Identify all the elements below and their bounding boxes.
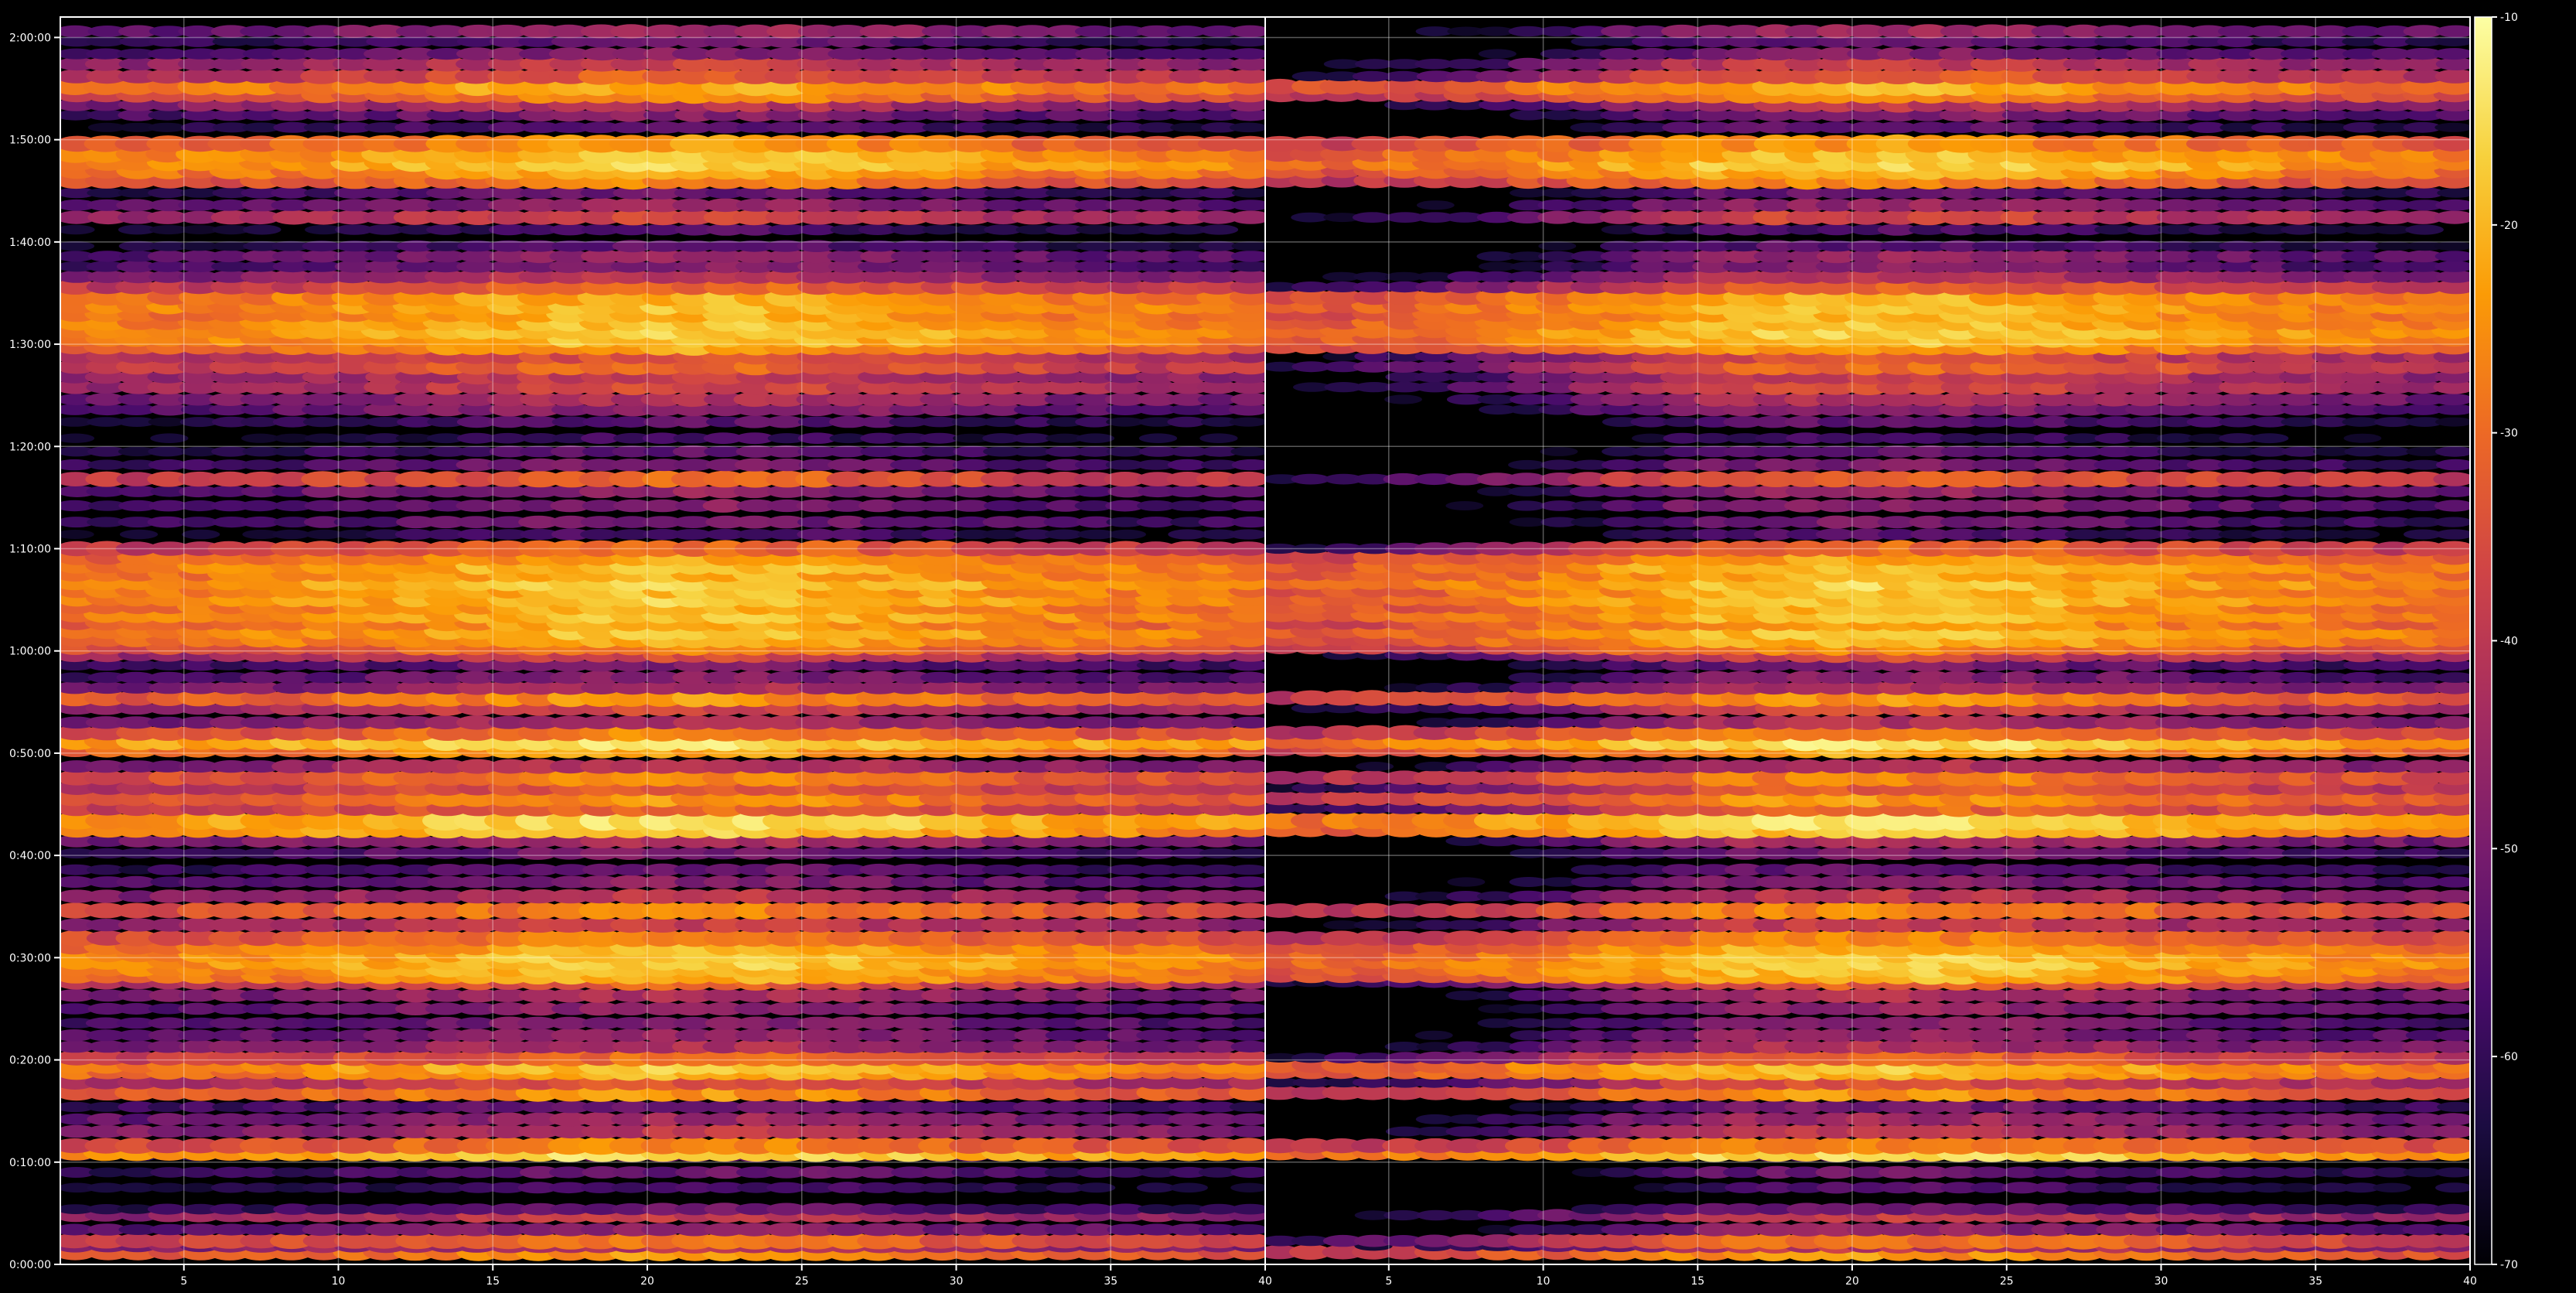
heat-cell bbox=[1229, 122, 1265, 133]
heat-cell bbox=[1167, 416, 1206, 428]
heat-cell bbox=[1076, 433, 1114, 443]
heat-cell bbox=[150, 433, 189, 443]
heat-cell bbox=[1106, 417, 1145, 427]
heat-cell bbox=[1106, 446, 1145, 457]
heat-cell bbox=[1230, 1003, 1265, 1015]
heat-cell bbox=[611, 1182, 650, 1193]
heat-cell bbox=[1227, 471, 1265, 487]
heat-cell bbox=[2434, 1113, 2470, 1126]
heat-cell bbox=[1199, 224, 1239, 235]
heat-cell bbox=[1230, 1040, 1265, 1052]
heat-cell bbox=[147, 1203, 187, 1215]
heat-cell bbox=[60, 224, 95, 235]
heat-cell bbox=[2434, 1203, 2470, 1215]
heat-cell bbox=[982, 529, 1021, 540]
heat-cell bbox=[119, 529, 159, 540]
heat-cell bbox=[271, 864, 311, 876]
heat-cell bbox=[1506, 1114, 1546, 1125]
heat-cell bbox=[1136, 1182, 1175, 1193]
heat-cell bbox=[1136, 517, 1176, 528]
heat-cell bbox=[1230, 865, 1265, 875]
heat-cell bbox=[394, 446, 434, 457]
heat-cell bbox=[1722, 1166, 1762, 1179]
heat-cell bbox=[1230, 25, 1265, 38]
heat-cell bbox=[1167, 459, 1207, 471]
heat-cell bbox=[1230, 251, 1265, 262]
heat-cell bbox=[1230, 446, 1265, 457]
heat-cell bbox=[1229, 417, 1265, 427]
heat-cell bbox=[271, 1113, 311, 1125]
heat-cell bbox=[2435, 1182, 2470, 1193]
heat-cell bbox=[488, 432, 527, 444]
heat-cell bbox=[1230, 1203, 1265, 1215]
heat-cell bbox=[60, 433, 94, 443]
heat-cell bbox=[1199, 433, 1238, 443]
heat-cell bbox=[1012, 433, 1052, 444]
heat-cell bbox=[1230, 1182, 1265, 1192]
heat-cell bbox=[1107, 529, 1146, 540]
heat-cell bbox=[1076, 1182, 1116, 1193]
heat-cell bbox=[1231, 261, 1265, 272]
heat-cell bbox=[1229, 529, 1265, 540]
heat-cell bbox=[1229, 1029, 1265, 1041]
heat-cell bbox=[148, 446, 186, 457]
heat-cell bbox=[302, 1017, 342, 1029]
heat-cell bbox=[1230, 876, 1265, 888]
heat-cell bbox=[2432, 1233, 2470, 1248]
heat-cell bbox=[241, 433, 279, 443]
heat-cell bbox=[1230, 1166, 1265, 1179]
heat-cell bbox=[60, 241, 94, 251]
heat-cell bbox=[1229, 270, 1265, 284]
heat-cell bbox=[1229, 1101, 1265, 1112]
heat-cell bbox=[2432, 1138, 2470, 1155]
heatmap-panel-1 bbox=[60, 17, 1265, 1264]
heat-cell bbox=[1229, 48, 1265, 60]
heat-cell bbox=[1199, 187, 1238, 199]
heat-cell bbox=[60, 530, 94, 539]
heat-cell bbox=[1228, 671, 1265, 684]
heat-cell bbox=[2434, 1124, 2470, 1138]
heat-cell bbox=[1231, 241, 1265, 251]
heat-cell bbox=[148, 187, 186, 199]
heat-cell bbox=[363, 864, 404, 875]
heat-cell bbox=[1229, 485, 1265, 498]
heat-cell bbox=[148, 122, 186, 132]
heat-cell bbox=[1228, 918, 1265, 932]
heat-cell bbox=[363, 186, 404, 199]
heat-cell bbox=[1229, 759, 1265, 773]
heat-cell bbox=[2373, 1182, 2411, 1193]
heat-cell bbox=[2280, 1182, 2318, 1193]
heat-cell bbox=[1045, 529, 1083, 540]
heat-cell bbox=[243, 224, 281, 235]
heat-cell bbox=[1384, 1209, 1422, 1221]
heat-cell bbox=[179, 517, 218, 528]
heat-cell bbox=[1169, 1182, 1208, 1193]
heat-cell bbox=[147, 864, 187, 875]
heat-cell bbox=[426, 224, 466, 235]
heat-cell bbox=[1138, 433, 1178, 443]
heat-cell bbox=[116, 875, 156, 889]
heat-cell bbox=[1232, 188, 1265, 198]
heat-cell bbox=[981, 864, 1022, 875]
heat-cell bbox=[1227, 1138, 1265, 1154]
heatmap-panel-2 bbox=[1265, 17, 2470, 1264]
heat-cell bbox=[1230, 848, 1265, 858]
heat-cell bbox=[2433, 1223, 2470, 1236]
heat-cell bbox=[240, 500, 280, 512]
chart: 5 10 15 20 25 30 35 40 5 10 15 20 25 30 35 400:00:000:1… bbox=[9, 12, 2518, 1288]
heat-cell bbox=[1012, 446, 1052, 457]
heat-cell bbox=[1229, 1224, 1265, 1235]
heat-cell bbox=[2435, 1167, 2470, 1178]
heat-cell bbox=[182, 529, 220, 540]
heat-cell bbox=[1229, 889, 1265, 903]
heat-cell bbox=[2310, 1101, 2350, 1113]
heat-cell bbox=[272, 529, 311, 540]
heat-cell bbox=[1599, 1167, 1639, 1178]
